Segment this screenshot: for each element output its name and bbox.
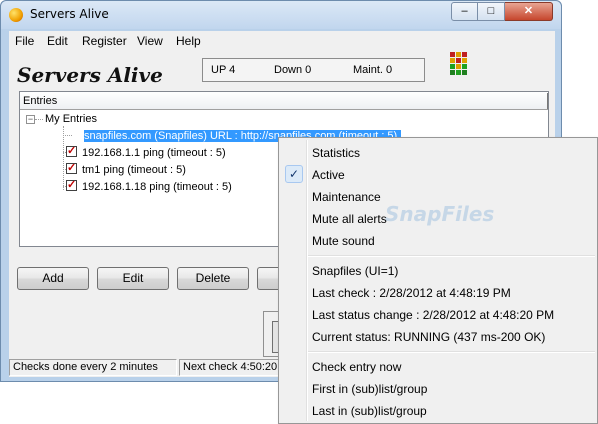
context-menu: ✓ Statistics Active Maintenance Mute all… <box>278 137 598 424</box>
tree-entry-tm1[interactable]: tm1 ping (timeout : 5) <box>66 160 186 178</box>
traffic-light-icon[interactable] <box>450 52 472 77</box>
menu-register[interactable]: Register <box>82 34 127 48</box>
active-check-icon: ✓ <box>285 165 303 183</box>
maint-count: Maint. 0 <box>353 64 393 76</box>
down-count: Down 0 <box>274 64 312 76</box>
menu-bar: File Edit Register View Help <box>9 31 555 51</box>
status-check-interval: Checks done every 2 minutes <box>9 359 177 376</box>
entry-label: tm1 ping (timeout : 5) <box>82 164 186 176</box>
tree-entry-192-168-1-1[interactable]: 192.168.1.1 ping (timeout : 5) <box>66 143 226 161</box>
menu-help[interactable]: Help <box>176 34 201 48</box>
ctx-mute-all-alerts[interactable]: Mute all alerts <box>312 212 387 226</box>
entry-label: 192.168.1.1 ping (timeout : 5) <box>82 147 226 159</box>
edit-button[interactable]: Edit <box>97 267 169 290</box>
app-logo: Servers Alive <box>17 63 163 87</box>
entry-checkbox[interactable] <box>66 160 77 176</box>
up-count: UP 4 <box>211 64 236 76</box>
ctx-check-entry-now[interactable]: Check entry now <box>312 360 401 374</box>
ctx-last-status-change[interactable]: Last status change : 2/28/2012 at 4:48:2… <box>312 308 554 322</box>
title-bar[interactable]: Servers Alive – □ ✕ <box>1 1 561 29</box>
ctx-maintenance[interactable]: Maintenance <box>312 190 381 204</box>
menu-edit[interactable]: Edit <box>47 34 68 48</box>
ctx-mute-sound[interactable]: Mute sound <box>312 234 375 248</box>
context-menu-gutter <box>306 140 308 421</box>
ctx-current-status[interactable]: Current status: RUNNING (437 ms-200 OK) <box>312 330 545 344</box>
maximize-button[interactable]: □ <box>478 2 505 21</box>
ctx-statistics[interactable]: Statistics <box>312 146 360 160</box>
summary-box: UP 4 Down 0 Maint. 0 <box>202 58 425 82</box>
entry-label: 192.168.1.18 ping (timeout : 5) <box>82 181 232 193</box>
ctx-entry-name[interactable]: Snapfiles (UI=1) <box>312 264 398 278</box>
collapse-toggle-icon[interactable]: − <box>26 115 35 124</box>
entry-checkbox[interactable] <box>66 177 77 193</box>
ctx-first-in-list[interactable]: First in (sub)list/group <box>312 382 427 396</box>
add-button[interactable]: Add <box>17 267 89 290</box>
ctx-last-in-list[interactable]: Last in (sub)list/group <box>312 404 427 418</box>
menu-separator <box>308 351 595 353</box>
watermark: SnapFiles <box>385 202 495 226</box>
menu-separator <box>308 255 595 257</box>
menu-view[interactable]: View <box>137 34 163 48</box>
status-next-check: Next check 4:50:20 <box>179 359 283 376</box>
entry-checkbox[interactable] <box>66 143 77 159</box>
ctx-last-check[interactable]: Last check : 2/28/2012 at 4:48:19 PM <box>312 286 511 300</box>
minimize-button[interactable]: – <box>451 2 478 21</box>
menu-file[interactable]: File <box>15 34 34 48</box>
ctx-active[interactable]: Active <box>312 168 345 182</box>
entries-column-header[interactable]: Entries <box>20 92 548 110</box>
tree-entry-192-168-1-18[interactable]: 192.168.1.18 ping (timeout : 5) <box>66 177 232 195</box>
tree-root-my-entries[interactable]: My Entries <box>45 111 97 127</box>
app-icon <box>9 8 23 22</box>
window-title: Servers Alive <box>30 7 109 21</box>
delete-button[interactable]: Delete <box>177 267 249 290</box>
close-button[interactable]: ✕ <box>505 2 553 21</box>
